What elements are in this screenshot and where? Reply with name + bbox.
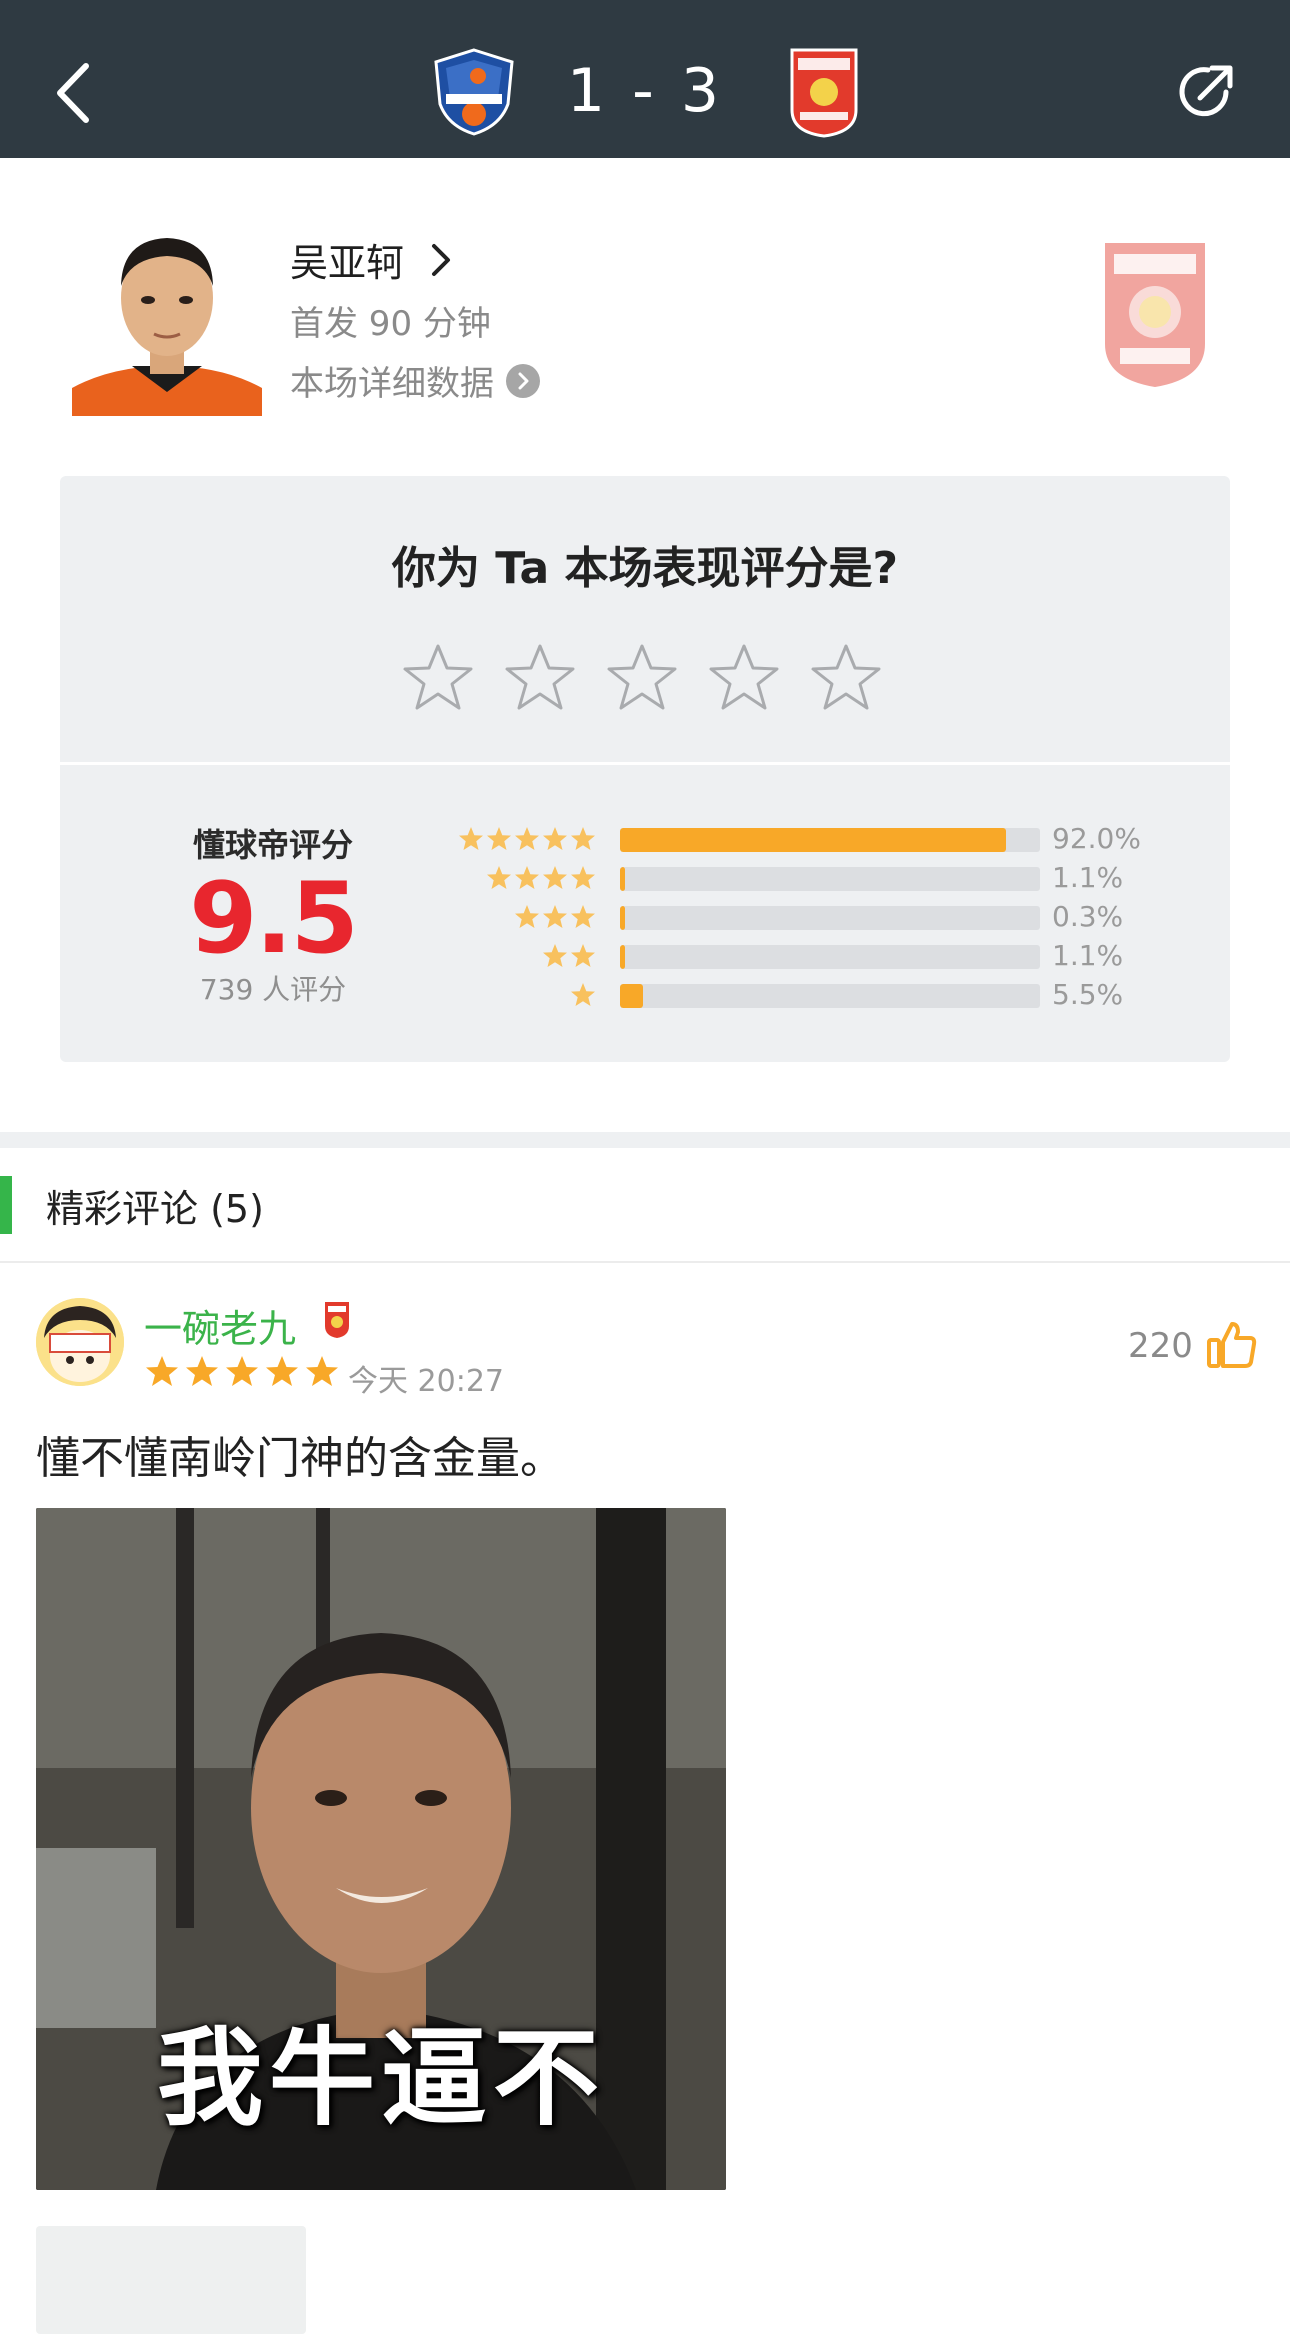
star-small-icon	[571, 866, 595, 889]
rating-panel: 你为 Ta 本场表现评分是? 懂球帝评分 9.5 739 人评分 92.0% 1…	[60, 476, 1230, 1062]
thumbs-up-icon[interactable]	[1206, 1318, 1258, 1370]
distribution-fill	[620, 984, 644, 1008]
distribution-track	[620, 984, 1040, 1008]
distribution-row-4: 1.1%	[420, 859, 1210, 898]
section-separator	[0, 1132, 1290, 1148]
section-accent-bar	[0, 1176, 12, 1234]
rating-question: 你为 Ta 本场表现评分是?	[391, 543, 899, 594]
distribution-fill	[620, 867, 625, 891]
rating-distribution: 92.0% 1.1% 0.3% 1.1% 5.5%	[420, 820, 1210, 1015]
distribution-percent: 1.1%	[1052, 939, 1124, 972]
star-small-icon	[571, 983, 595, 1006]
star-small-icon	[543, 827, 567, 850]
distribution-row-3: 0.3%	[420, 898, 1210, 937]
rating-count: 739 人评分	[199, 973, 347, 1006]
distribution-row-1: 5.5%	[420, 976, 1210, 1015]
team-badge-icon	[325, 1302, 349, 1338]
comment-text: 懂不懂南岭门神的含金量。	[36, 1433, 564, 1484]
distribution-row-2: 1.1%	[420, 937, 1210, 976]
next-comment-preview	[36, 2226, 306, 2334]
distribution-percent: 5.5%	[1052, 978, 1124, 1011]
distribution-fill	[620, 945, 625, 969]
dist-stars-3	[514, 904, 596, 930]
rate-star-5[interactable]	[810, 642, 882, 712]
home-team-logo[interactable]	[428, 46, 520, 138]
top-bar: 1 - 3	[0, 0, 1290, 158]
distribution-track	[620, 828, 1040, 852]
rating-divider	[60, 762, 1230, 765]
rating-label: 懂球帝评分	[192, 826, 353, 864]
star-small-icon	[487, 827, 511, 850]
player-minutes: 首发 90 分钟	[290, 304, 491, 344]
star-small-icon	[515, 905, 539, 928]
comment-username[interactable]: 一碗老九	[144, 1298, 296, 1353]
dist-stars-2	[542, 943, 596, 969]
star-small-icon	[487, 866, 511, 889]
distribution-track	[620, 867, 1040, 891]
chevron-right-icon	[432, 243, 451, 276]
star-small-icon	[571, 905, 595, 928]
comments-section-title: 精彩评论 (5)	[46, 1187, 264, 1231]
distribution-fill	[620, 828, 1007, 852]
chevron-left-icon[interactable]	[48, 58, 98, 128]
dist-stars-4	[486, 865, 596, 891]
avatar[interactable]	[36, 1298, 124, 1386]
rating-star-input	[402, 642, 882, 712]
star-small-icon	[515, 827, 539, 850]
star-small-icon	[459, 827, 483, 850]
star-filled-icon	[186, 1356, 218, 1386]
player-name: 吴亚轲	[290, 241, 405, 285]
distribution-percent: 0.3%	[1052, 900, 1124, 933]
star-filled-icon	[306, 1356, 338, 1386]
dist-stars-1	[570, 982, 596, 1008]
dist-stars-5	[458, 826, 596, 852]
player-name-link[interactable]: 吴亚轲	[290, 232, 456, 287]
distribution-track	[620, 945, 1040, 969]
comment-image[interactable]: 我牛逼不	[36, 1508, 726, 2190]
star-small-icon	[543, 905, 567, 928]
comment-rating-stars	[144, 1354, 340, 1388]
star-small-icon	[571, 827, 595, 850]
rate-star-4[interactable]	[708, 642, 780, 712]
rating-score: 9.5	[189, 862, 359, 976]
match-detail-label: 本场详细数据	[290, 364, 494, 404]
distribution-percent: 1.1%	[1052, 861, 1124, 894]
share-icon[interactable]	[1172, 56, 1242, 126]
image-caption: 我牛逼不	[157, 2017, 605, 2140]
club-badge-icon	[1105, 243, 1205, 388]
star-filled-icon	[146, 1356, 178, 1386]
star-filled-icon	[266, 1356, 298, 1386]
distribution-fill	[620, 906, 625, 930]
star-small-icon	[543, 944, 567, 967]
star-filled-icon	[226, 1356, 258, 1386]
distribution-track	[620, 906, 1040, 930]
comment-timestamp: 今天 20:27	[348, 1364, 504, 1399]
rate-star-1[interactable]	[402, 642, 474, 712]
chevron-right-circle-icon	[506, 363, 540, 398]
match-score: 1 - 3	[566, 56, 724, 126]
rate-star-3[interactable]	[606, 642, 678, 712]
match-detail-link[interactable]: 本场详细数据	[290, 356, 540, 405]
star-small-icon	[515, 866, 539, 889]
player-photo[interactable]	[72, 216, 262, 416]
star-small-icon	[571, 944, 595, 967]
like-count: 220	[1128, 1326, 1193, 1366]
distribution-row-5: 92.0%	[420, 820, 1210, 859]
away-team-logo[interactable]	[778, 46, 870, 138]
rate-star-2[interactable]	[504, 642, 576, 712]
star-small-icon	[543, 866, 567, 889]
section-divider	[0, 1261, 1290, 1263]
distribution-percent: 92.0%	[1052, 822, 1141, 855]
